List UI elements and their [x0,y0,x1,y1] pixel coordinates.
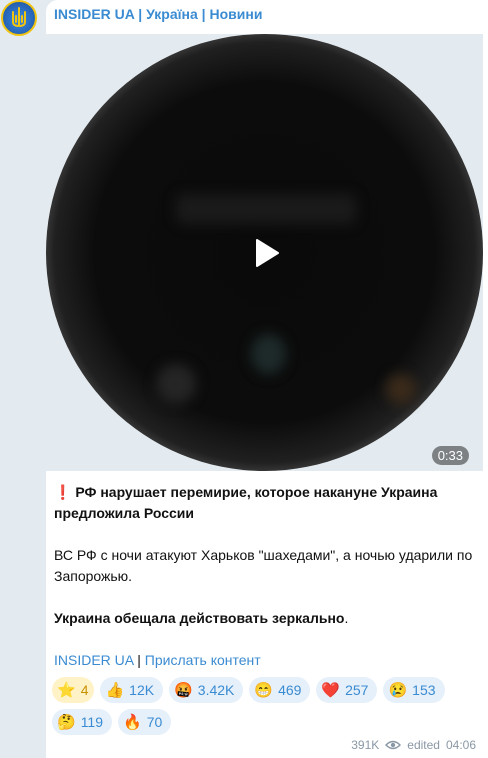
edited-label: edited [407,738,440,752]
channel-name: INSIDER UA [54,6,135,22]
reaction-angry[interactable]: 🤬 3.42K [169,677,244,703]
reaction-count: 12K [129,682,155,698]
eye-icon [385,740,402,750]
reaction-count: 119 [80,714,104,730]
reaction-count: 257 [345,682,369,698]
alert-icon: ❗ [54,484,72,500]
crying-face-icon: 😢 [388,681,408,699]
channel-name-news: Новини [209,6,263,22]
reaction-grin[interactable]: 😁 469 [249,677,311,703]
post-headline: ❗ РФ нарушает перемирие, которое наканун… [54,482,474,524]
headline-text: РФ нарушает перемирие, которое накануне … [54,484,438,521]
angry-face-icon: 🤬 [174,681,193,699]
thumbs-up-icon: 👍 [105,681,125,699]
reaction-crying[interactable]: 😢 153 [383,677,445,703]
thinking-face-icon: 🤔 [57,713,76,731]
fire-icon: 🔥 [123,713,142,731]
video-blur-shape [176,194,356,224]
channel-avatar[interactable] [1,0,37,36]
heart-icon: ❤️ [321,681,341,699]
reaction-star[interactable]: ⭐ 4 [52,677,95,703]
reaction-count: 153 [412,682,436,698]
view-count: 391K [351,738,380,752]
send-content-link[interactable]: Прислать контент [145,652,261,668]
closing-text: Украина обещала действовать зеркально [54,610,345,626]
video-blur-shape [251,334,286,374]
reaction-thumbs-up[interactable]: 👍 12K [100,677,164,703]
reaction-count: 4 [80,682,89,698]
title-separator-2: | [197,6,210,22]
reaction-count: 70 [146,714,163,730]
links-separator: | [133,652,145,668]
video-message[interactable]: 0:33 [46,34,483,471]
post-body: ВС РФ с ночи атакуют Харьков "шахедами",… [54,547,473,584]
reaction-count: 469 [278,682,302,698]
video-blur-shape [156,364,196,404]
reactions-bar: ⭐ 4 👍 12K 🤬 3.42K 😁 469 ❤️ 257 😢 153 🤔 1… [52,677,472,735]
reaction-count: 3.42K [197,682,235,698]
channel-title[interactable]: INSIDER UA | Україна | Новини [54,6,262,22]
closing-period: . [344,610,349,626]
title-separator: | [134,6,147,22]
star-icon: ⭐ [57,681,76,699]
reaction-thinking[interactable]: 🤔 119 [52,709,113,735]
grin-face-icon: 😁 [254,681,274,699]
message-bubble: INSIDER UA | Україна | Новини 0:33 ❗ РФ … [46,0,488,758]
reaction-heart[interactable]: ❤️ 257 [316,677,378,703]
reaction-fire[interactable]: 🔥 70 [118,709,172,735]
play-icon[interactable] [254,238,280,268]
video-blur-shape [386,374,416,404]
post-text: ❗ РФ нарушает перемирие, которое наканун… [54,482,474,671]
insider-link[interactable]: INSIDER UA [54,652,133,668]
post-links: INSIDER UA | Прислать контент [54,650,474,671]
trident-icon [12,7,26,28]
channel-name-country: Україна [146,6,198,22]
post-closing: Украина обещала действовать зеркально. [54,608,474,629]
message-time: 04:06 [445,738,476,752]
video-duration: 0:33 [431,446,469,465]
message-meta: 391K edited 04:06 [351,738,476,752]
